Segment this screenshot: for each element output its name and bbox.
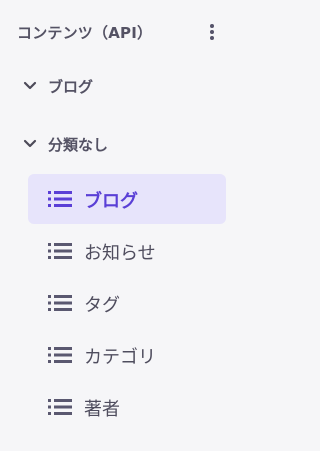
nav-item-category[interactable]: カテゴリ [28, 330, 226, 380]
list-icon [48, 191, 72, 207]
nav-item-label: ブログ [84, 191, 138, 212]
nav-item-label: 著者 [84, 399, 120, 420]
nav-item-blog[interactable]: ブログ [28, 174, 226, 224]
section-title: コンテンツ（API） [17, 24, 153, 42]
chevron-down-icon [23, 139, 37, 148]
list-icon [48, 347, 72, 363]
nav-item-label: お知らせ [84, 243, 156, 264]
nav-item-author[interactable]: 著者 [28, 382, 226, 432]
group-blog[interactable]: ブログ [18, 72, 238, 100]
list-icon [48, 295, 72, 311]
group-label: 分類なし [48, 136, 109, 154]
vertical-dots-icon [210, 24, 214, 28]
more-options-button[interactable] [203, 20, 221, 44]
group-label: ブログ [48, 78, 94, 96]
list-icon [48, 399, 72, 415]
group-uncategorized[interactable]: 分類なし [18, 130, 238, 158]
nav-item-label: カテゴリ [84, 347, 156, 368]
list-icon [48, 243, 72, 259]
vertical-dots-icon-dot [210, 36, 214, 40]
nav-item-news[interactable]: お知らせ [28, 226, 226, 276]
nav-item-tag[interactable]: タグ [28, 278, 226, 328]
vertical-dots-icon-dot [210, 30, 214, 34]
nav-item-label: タグ [84, 295, 120, 316]
sidebar-header: コンテンツ（API） [0, 0, 250, 62]
chevron-down-icon [23, 81, 37, 90]
